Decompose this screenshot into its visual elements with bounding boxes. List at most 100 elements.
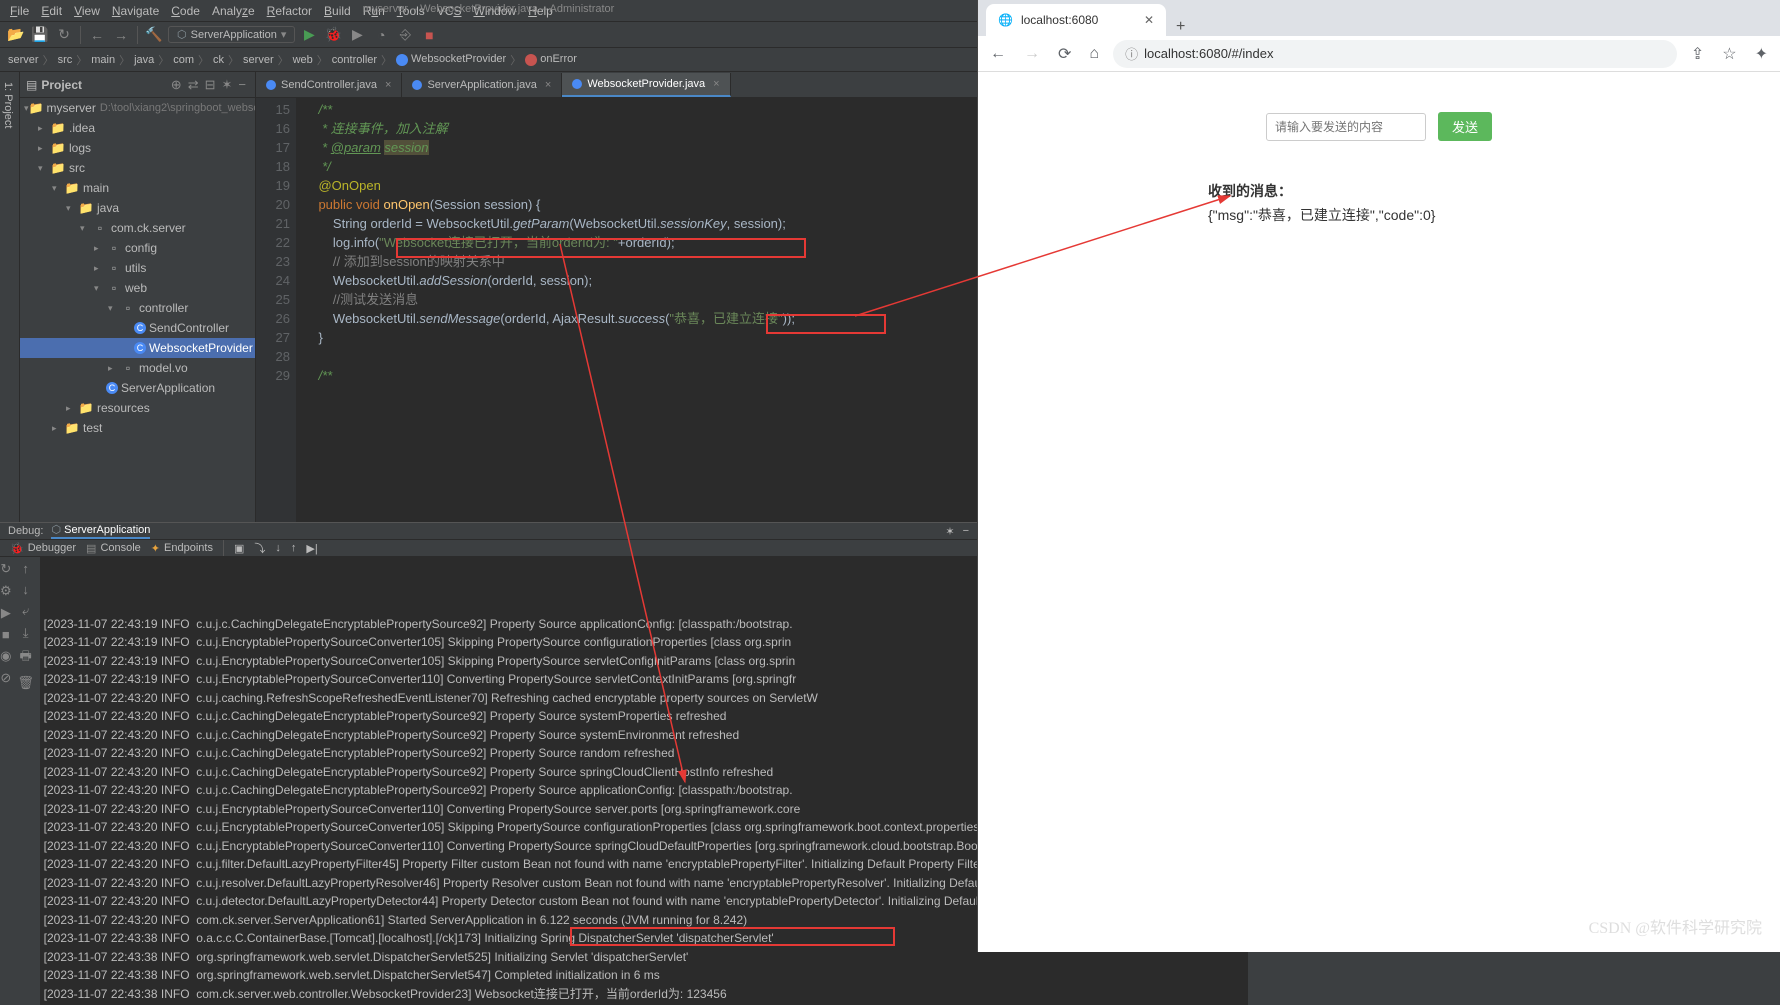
breadcrumb-item[interactable]: server — [6, 54, 41, 66]
forward-icon[interactable]: → — [1020, 45, 1044, 63]
mute-icon[interactable]: ⊘ — [0, 670, 11, 686]
close-icon[interactable]: × — [385, 79, 391, 91]
tree-item-java[interactable]: ▾📁java — [20, 198, 255, 218]
console-tab[interactable]: ▤Console — [86, 542, 141, 555]
step-into-icon[interactable]: ↓ — [275, 542, 281, 554]
tree-item-controller[interactable]: ▾▫controller — [20, 298, 255, 318]
menu-file[interactable]: File — [4, 4, 35, 18]
breadcrumb-item[interactable]: src — [56, 54, 75, 66]
tree-item-test[interactable]: ▸📁test — [20, 418, 255, 438]
resume-icon[interactable]: ▶ — [1, 605, 11, 621]
breadcrumb-item[interactable]: main — [89, 54, 117, 66]
settings-icon[interactable]: ✶ — [945, 525, 954, 538]
endpoints-tab[interactable]: ✦Endpoints — [151, 542, 213, 555]
project-tree[interactable]: ▾📁myserverD:\tool\xiang2\springboot_webs… — [20, 98, 255, 522]
tree-item--idea[interactable]: ▸📁.idea — [20, 118, 255, 138]
close-icon[interactable]: ✕ — [1144, 13, 1154, 27]
send-button[interactable]: 发送 — [1438, 112, 1492, 141]
tree-item-utils[interactable]: ▸▫utils — [20, 258, 255, 278]
breadcrumb-item[interactable]: web — [291, 54, 315, 66]
scroll-icon[interactable]: ⤓ — [23, 625, 29, 641]
sync-icon[interactable]: ↻ — [54, 25, 74, 45]
profile-icon[interactable]: ◔ — [371, 25, 391, 45]
close-icon[interactable]: × — [713, 78, 719, 90]
reload-icon[interactable]: ⟳ — [1054, 44, 1075, 64]
stop-icon[interactable]: ■ — [2, 627, 10, 642]
tree-item-model-vo[interactable]: ▸▫model.vo — [20, 358, 255, 378]
puzzle-icon[interactable]: ✦ — [1751, 44, 1772, 64]
collapse-icon[interactable]: ⊟ — [202, 77, 219, 93]
expand-icon[interactable]: ⇄ — [185, 77, 202, 93]
hide-icon[interactable]: − — [235, 77, 249, 92]
menu-view[interactable]: View — [68, 4, 106, 18]
run-to-icon[interactable]: ▶| — [306, 542, 317, 555]
tree-item-config[interactable]: ▸▫config — [20, 238, 255, 258]
menu-edit[interactable]: Edit — [35, 4, 68, 18]
star-icon[interactable]: ☆ — [1718, 44, 1740, 64]
debugger-tab[interactable]: 🐞Debugger — [10, 542, 76, 555]
breadcrumb-item[interactable]: java — [132, 54, 156, 66]
menu-navigate[interactable]: Navigate — [106, 4, 165, 18]
breadcrumb-item[interactable]: ck — [211, 54, 226, 66]
tree-item-main[interactable]: ▾📁main — [20, 178, 255, 198]
code-editor[interactable]: /** * 连接事件，加入注解 * @param session */ @OnO… — [296, 98, 977, 522]
share-icon[interactable]: ⇪ — [1687, 44, 1708, 64]
new-tab-button[interactable]: + — [1166, 18, 1195, 36]
clear-icon[interactable]: 🗑 — [17, 675, 34, 691]
debug-config-tab[interactable]: ⬡ ServerApplication — [51, 523, 150, 539]
tree-item-web[interactable]: ▾▫web — [20, 278, 255, 298]
build-icon[interactable]: 🔨 — [144, 25, 164, 45]
tree-item-serverapplication[interactable]: CServerApplication — [20, 378, 255, 398]
breadcrumb-item[interactable]: server — [241, 54, 276, 66]
tree-item-myserver[interactable]: ▾📁myserverD:\tool\xiang2\springboot_webs… — [20, 98, 255, 118]
open-icon[interactable]: 📂 — [6, 25, 26, 45]
browser-tab[interactable]: 🌐 localhost:6080 ✕ — [986, 4, 1166, 36]
step-over-icon[interactable]: ⤵ — [254, 540, 265, 556]
address-bar[interactable]: ⓘ localhost:6080/#/index — [1113, 40, 1677, 68]
modify-icon[interactable]: ⚙ — [0, 583, 12, 599]
tree-item-com-ck-server[interactable]: ▾▫com.ck.server — [20, 218, 255, 238]
layout-icon[interactable]: ▣ — [234, 542, 244, 555]
url-text: localhost:6080/#/index — [1144, 46, 1273, 61]
breadcrumb-method[interactable]: onError — [523, 53, 579, 65]
close-icon[interactable]: × — [545, 79, 551, 91]
menu-build[interactable]: Build — [318, 4, 357, 18]
tree-item-sendcontroller[interactable]: CSendController — [20, 318, 255, 338]
editor-tab[interactable]: SendController.java× — [256, 73, 402, 97]
wrap-icon[interactable]: ⤶ — [22, 603, 29, 619]
editor-tab[interactable]: ServerApplication.java× — [402, 73, 562, 97]
back-icon[interactable]: ← — [87, 25, 107, 45]
save-icon[interactable]: 💾 — [30, 25, 50, 45]
tree-item-websocketprovider[interactable]: CWebsocketProvider — [20, 338, 255, 358]
editor-tab[interactable]: WebsocketProvider.java× — [562, 73, 730, 97]
forward-icon[interactable]: → — [111, 25, 131, 45]
breadcrumb-item[interactable]: controller — [330, 54, 379, 66]
select-opened-icon[interactable]: ⊕ — [168, 77, 185, 93]
breadcrumb-class[interactable]: WebsocketProvider — [394, 53, 508, 65]
message-input[interactable] — [1266, 113, 1426, 141]
tree-item-src[interactable]: ▾📁src — [20, 158, 255, 178]
tree-item-resources[interactable]: ▸📁resources — [20, 398, 255, 418]
attach-icon[interactable]: ⎆ — [395, 25, 415, 45]
run-config-dropdown[interactable]: ⬡ ServerApplication ▾ — [168, 26, 295, 43]
breakpoints-icon[interactable]: ◉ — [0, 648, 11, 664]
back-icon[interactable]: ← — [986, 45, 1010, 63]
down-icon[interactable]: ↓ — [22, 582, 29, 597]
coverage-icon[interactable]: ▶ — [347, 25, 367, 45]
home-icon[interactable]: ⌂ — [1085, 45, 1103, 63]
run-icon[interactable]: ▶ — [299, 25, 319, 45]
menu-analyze[interactable]: Analyze — [206, 4, 261, 18]
up-icon[interactable]: ↑ — [22, 561, 29, 576]
rerun-icon[interactable]: ↻ — [0, 561, 11, 577]
hide-icon[interactable]: − — [963, 525, 969, 537]
print-icon[interactable]: 🖶 — [20, 647, 32, 669]
menu-refactor[interactable]: Refactor — [261, 4, 318, 18]
debug-icon[interactable]: 🐞 — [323, 25, 343, 45]
stop-icon[interactable]: ■ — [419, 25, 439, 45]
menu-code[interactable]: Code — [165, 4, 206, 18]
step-out-icon[interactable]: ↑ — [291, 542, 297, 554]
tree-item-logs[interactable]: ▸📁logs — [20, 138, 255, 158]
project-toolwindow-button[interactable]: 1: Project — [0, 78, 16, 522]
settings-icon[interactable]: ✶ — [219, 77, 236, 93]
breadcrumb-item[interactable]: com — [171, 54, 196, 66]
